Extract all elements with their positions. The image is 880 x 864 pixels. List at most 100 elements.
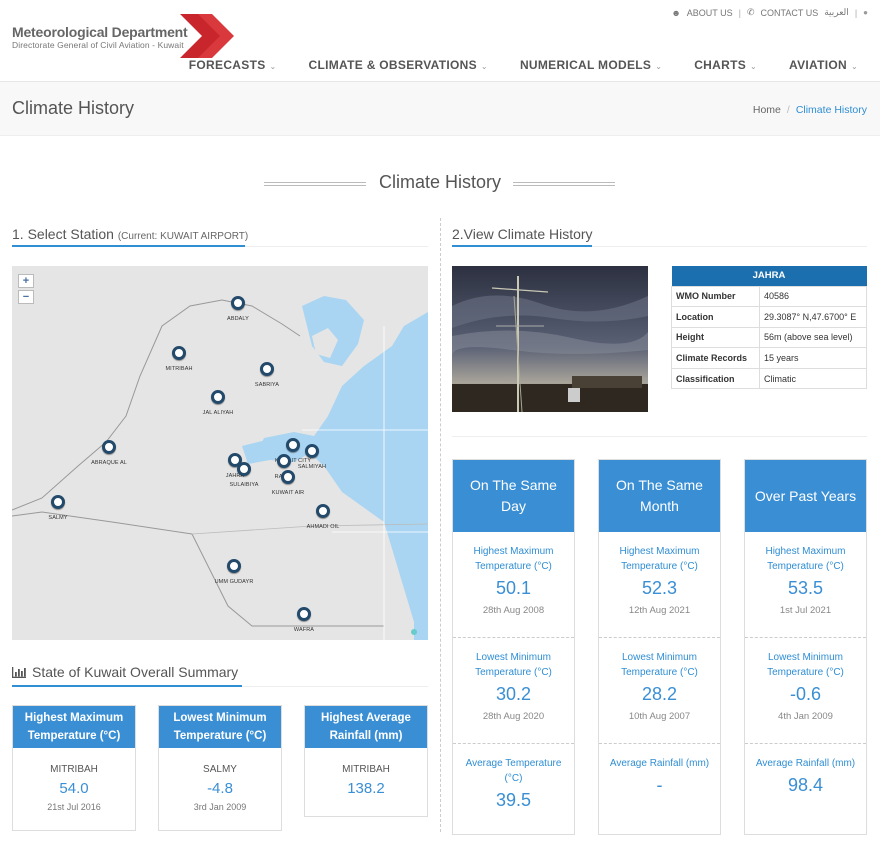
stat-date: 28th Aug 2020 [482, 711, 545, 722]
summary-heading: State of Kuwait Overall Summary [12, 664, 238, 680]
station-marker-umm-gudayr[interactable] [227, 559, 241, 573]
summary-card-highest-rainfall: Highest Average Rainfall (mm) MITRIBAH 1… [304, 705, 428, 817]
stat-label: Average Rainfall (mm) [609, 758, 710, 769]
table-row: Height 56m (above sea level) [671, 326, 867, 349]
summary-card-title: Highest Average Rainfall (mm) [305, 706, 427, 748]
station-map[interactable]: + − ABDALY MITRIBAH SABRIYA JAL ALIYAH A… [12, 266, 428, 640]
logo[interactable]: Meteorological Department Directorate Ge… [12, 14, 234, 60]
stat-date: 1st Jul 2021 [779, 605, 832, 616]
table-value: 29.3087° N,47.6700° E [759, 306, 867, 328]
nav-climate-observations[interactable]: CLIMATE & OBSERVATIONS ⌄ [309, 58, 488, 72]
station-marker-abraque[interactable] [102, 440, 116, 454]
station-marker-rayah[interactable] [277, 454, 291, 468]
page-title-bar: Climate History Home / Climate History [0, 82, 880, 136]
station-photo [452, 266, 648, 412]
heading-underline [12, 685, 242, 687]
chevron-down-icon: ⌄ [269, 62, 277, 71]
table-value: 56m (above sea level) [759, 326, 867, 349]
summary-value: 138.2 [347, 780, 385, 797]
stat-value: 98.4 [787, 775, 824, 795]
table-key: Classification [671, 367, 760, 390]
chevron-down-icon: ⌄ [750, 62, 758, 71]
stat-cell: Highest Maximum Temperature (°C) 52.3 12th… [599, 532, 720, 638]
history-card-same-month: On The Same Month Highest Maximum Temper… [598, 459, 721, 835]
table-row: WMO Number 40586 [671, 285, 867, 308]
nav-forecasts[interactable]: FORECASTS ⌄ [189, 58, 277, 72]
nav-charts[interactable]: CHARTS ⌄ [694, 58, 757, 72]
nav-numerical-models[interactable]: NUMERICAL MODELS ⌄ [520, 58, 662, 72]
breadcrumb-separator: / [786, 104, 790, 116]
station-label: ABDALY [227, 316, 249, 322]
station-marker-sulaibiya[interactable] [237, 462, 251, 476]
station-info-table: JAHRA WMO Number 40586 Location 29.3087° N… [671, 266, 867, 390]
station-label: ABRAQUE AL [91, 460, 127, 466]
stat-value: 39.5 [495, 790, 532, 810]
heading-underline [12, 245, 245, 247]
phone-icon: ✆ [746, 7, 755, 17]
station-marker-kuwait-city[interactable] [286, 438, 300, 452]
summary-value: 54.0 [59, 780, 89, 797]
heading-underline [452, 245, 592, 247]
divider [513, 182, 615, 186]
table-value: 15 years [759, 347, 867, 369]
logo-arrow-icon [180, 14, 234, 58]
arabic-link[interactable]: العربية [824, 7, 849, 18]
station-label: AHMADI OIL [306, 524, 340, 530]
bar-chart-icon [12, 667, 26, 678]
station-label: UMM GUDAYR [214, 579, 254, 585]
station-label: SALMIYAH [297, 464, 327, 470]
summary-date: 21st Jul 2016 [47, 802, 101, 812]
station-marker-salmiyah[interactable] [305, 444, 319, 458]
zoom-in-button[interactable]: + [18, 274, 34, 288]
stat-label: Lowest Minimum Temperature (°C) [621, 652, 698, 678]
station-marker-jal-aliyah[interactable] [211, 390, 225, 404]
chevron-down-icon: ⌄ [480, 62, 488, 71]
stat-label: Lowest Minimum Temperature (°C) [475, 652, 552, 678]
station-marker-abdaly[interactable] [231, 296, 245, 310]
stat-date: 28th Aug 2008 [482, 605, 545, 616]
stat-cell: Average Temperature (°C) 39.5 [453, 744, 574, 850]
station-label: KUWAIT AIR [271, 490, 305, 496]
globe-icon[interactable]: ● [863, 8, 868, 17]
history-card-same-day: On The Same Day Highest Maximum Temperat… [452, 459, 575, 835]
contact-us-link[interactable]: CONTACT US [761, 8, 819, 18]
stat-date: 4th Jan 2009 [778, 711, 833, 722]
breadcrumb: Home / Climate History [753, 104, 867, 116]
station-marker-sabriya[interactable] [260, 362, 274, 376]
station-marker-salmy[interactable] [51, 495, 65, 509]
nav-aviation[interactable]: AVIATION ⌄ [789, 58, 858, 72]
top-links: ☻ ABOUT US | ✆ CONTACT US العربية | ● [671, 7, 868, 18]
station-label: SULAIBIYA [229, 482, 259, 488]
stat-value: - [656, 775, 663, 795]
separator: | [854, 7, 858, 18]
separator: | [738, 7, 741, 18]
about-us-link[interactable]: ABOUT US [687, 8, 733, 18]
select-station-heading: 1. Select Station (Current: KUWAIT AIRPO… [12, 226, 249, 242]
stat-label: Lowest Minimum Temperature (°C) [767, 652, 844, 678]
station-marker-kuwait-airport[interactable] [281, 470, 295, 484]
stat-label: Average Temperature (°C) [465, 758, 562, 784]
chevron-down-icon: ⌄ [850, 62, 858, 71]
table-key: WMO Number [671, 285, 760, 308]
summary-station: MITRIBAH [50, 764, 98, 775]
stat-value: 53.5 [787, 578, 824, 598]
zoom-out-button[interactable]: − [18, 290, 34, 304]
stat-cell: Highest Maximum Temperature (°C) 53.5 1st … [745, 532, 866, 638]
site-header: Meteorological Department Directorate Ge… [0, 0, 880, 82]
breadcrumb-home[interactable]: Home [753, 104, 781, 116]
station-photo-image [452, 266, 648, 412]
station-marker-ahmadi-oil[interactable] [316, 504, 330, 518]
station-marker-wafra[interactable] [297, 607, 311, 621]
table-value: Climatic [759, 367, 867, 390]
stat-label: Highest Maximum Temperature (°C) [619, 546, 700, 572]
section-heading: Climate History [0, 168, 880, 198]
station-name: JAHRA [671, 266, 867, 286]
stat-cell: Lowest Minimum Temperature (°C) 30.2 28th … [453, 638, 574, 744]
stat-cell: Average Rainfall (mm) 98.4 [745, 744, 866, 850]
stat-cell: Lowest Minimum Temperature (°C) -0.6 4th J… [745, 638, 866, 744]
column-divider [440, 218, 441, 832]
logo-title: Meteorological Department [12, 24, 188, 40]
stat-cell: Average Rainfall (mm) - [599, 744, 720, 850]
station-marker-mitribah[interactable] [172, 346, 186, 360]
divider [452, 436, 867, 437]
